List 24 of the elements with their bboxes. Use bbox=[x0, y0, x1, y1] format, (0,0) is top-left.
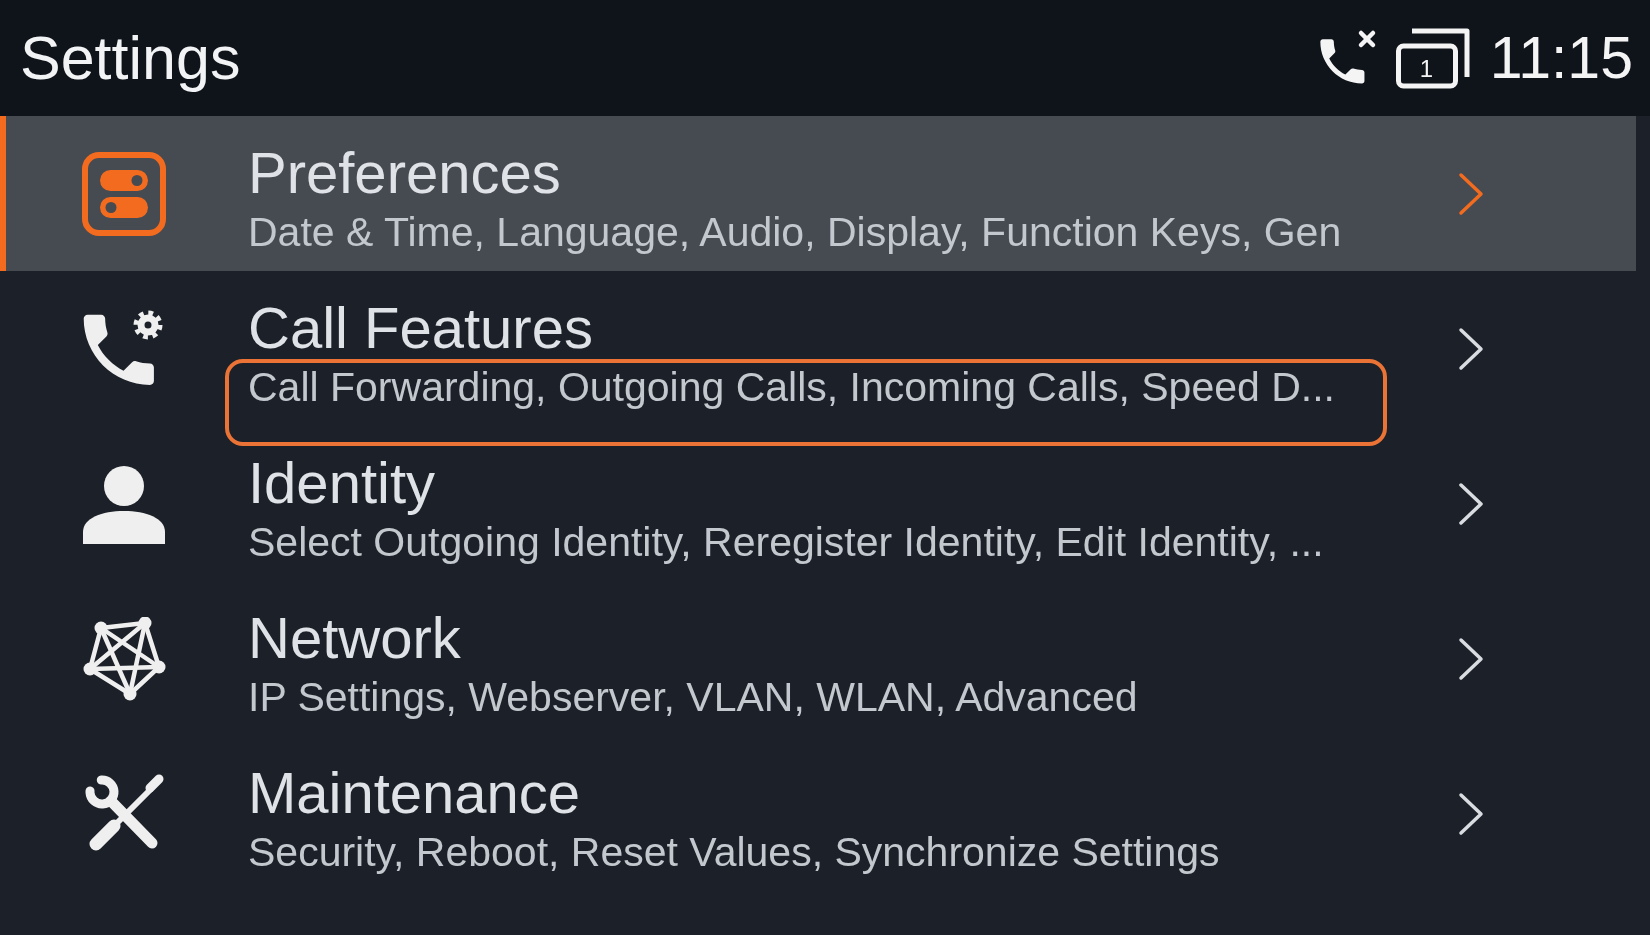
chevron-icon bbox=[1458, 636, 1484, 681]
item-title: Call Features bbox=[248, 298, 593, 358]
item-title: Maintenance bbox=[248, 763, 581, 823]
settings-item[interactable]: Call Features Call Forwarding, Outgoing Calls, Incoming Calls, Speed D... bbox=[0, 271, 1636, 426]
item-title: Network bbox=[248, 608, 461, 668]
chevron-icon bbox=[1458, 171, 1484, 216]
settings-item[interactable]: Identity Select Outgoing Identity, Reregister Identity, Edit Identity, ... bbox=[0, 426, 1636, 581]
item-subtitle: Date & Time, Language, Audio, Display, Function Keys, Gen bbox=[248, 209, 1342, 255]
settings-item[interactable]: Maintenance Security, Reboot, Reset Values, Synchronize Settings bbox=[0, 736, 1636, 891]
clock-time: 11:15 bbox=[1489, 25, 1633, 91]
chevron-icon bbox=[1458, 326, 1484, 371]
item-subtitle: Call Forwarding, Outgoing Calls, Incoming Calls, Speed D... bbox=[248, 364, 1335, 410]
item-title: Preferences bbox=[248, 143, 561, 203]
settings-item[interactable]: Preferences Date & Time, Language, Audio, Display, Function Keys, Gen bbox=[0, 116, 1636, 271]
network-mesh-icon bbox=[82, 616, 166, 701]
item-subtitle: IP Settings, Webserver, VLAN, WLAN, Advanced bbox=[248, 674, 1138, 720]
chevron-icon bbox=[1458, 791, 1484, 836]
toggle-switches-icon bbox=[82, 151, 166, 236]
item-subtitle: Select Outgoing Identity, Reregister Identity, Edit Identity, ... bbox=[248, 519, 1324, 565]
settings-item[interactable]: Network IP Settings, Webserver, VLAN, WLAN, Advanced bbox=[0, 581, 1636, 736]
chevron-icon bbox=[1458, 481, 1484, 526]
screen-title: Settings bbox=[20, 24, 242, 92]
item-title: Identity bbox=[248, 453, 435, 513]
item-subtitle: Security, Reboot, Reset Values, Synchronize Settings bbox=[248, 829, 1220, 875]
